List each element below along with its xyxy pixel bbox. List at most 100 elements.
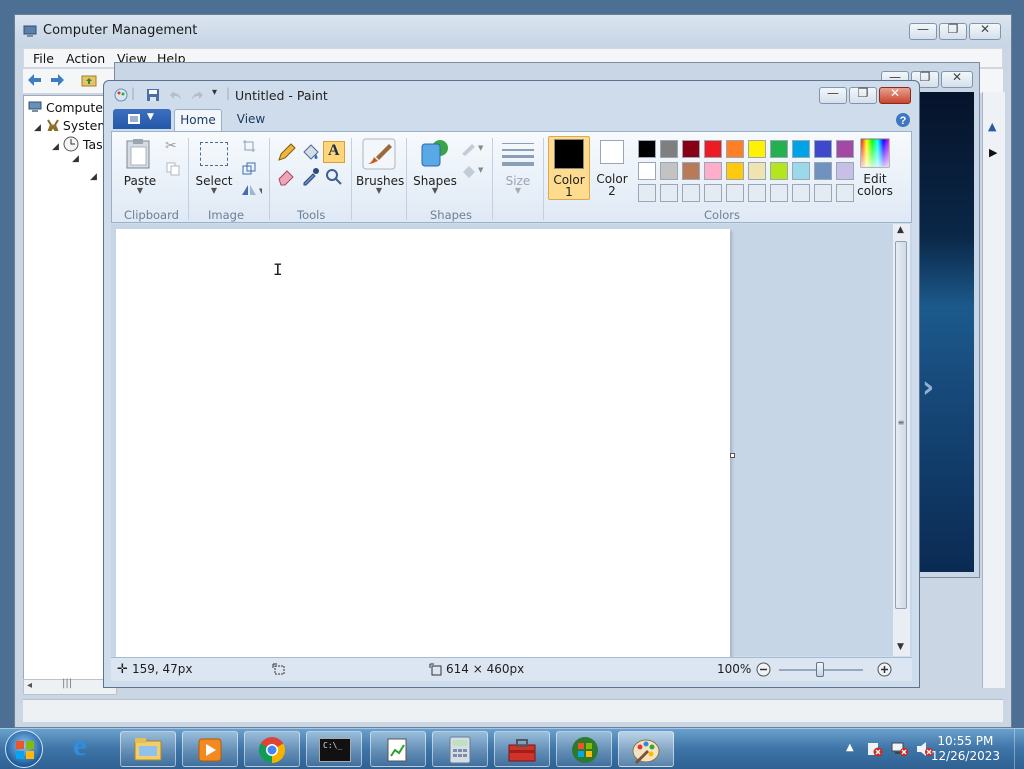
back-arrow-icon[interactable] [27, 72, 43, 88]
cm-close-button[interactable]: ✕ [969, 22, 1001, 40]
taskbar-command-prompt[interactable]: C:\_ [306, 731, 362, 767]
color1-button[interactable]: Color 1 [548, 136, 590, 200]
palette-swatch[interactable] [792, 140, 810, 158]
paint-minimize-button[interactable]: — [819, 86, 847, 104]
color2-button[interactable]: Color 2 [592, 136, 632, 200]
palette-swatch[interactable] [660, 162, 678, 180]
scroll-left-icon[interactable]: ◂ [27, 680, 32, 691]
expand-arrow-icon[interactable]: ◢ [90, 172, 97, 182]
cm-right-scrollbar[interactable]: ▲ ▶ [982, 92, 1005, 688]
outline-icon[interactable]: ▼ [460, 140, 486, 156]
custom-color-slot[interactable] [682, 184, 700, 202]
scroll-down-icon[interactable]: ▼ [897, 642, 904, 652]
scroll-up-icon[interactable]: ▲ [988, 120, 996, 133]
customize-qat-icon[interactable]: ▾ [212, 87, 217, 98]
expand-arrow-icon[interactable]: ◢ [72, 154, 79, 164]
help-icon[interactable]: ? [895, 112, 911, 128]
redo-icon[interactable] [190, 88, 204, 102]
canvas-vertical-scrollbar[interactable]: ▲ ≡ ▼ [893, 224, 910, 656]
taskbar-calculator[interactable] [432, 731, 488, 767]
palette-swatch[interactable] [638, 140, 656, 158]
menu-file[interactable]: File [33, 51, 54, 66]
palette-swatch[interactable] [660, 140, 678, 158]
palette-swatch[interactable] [814, 162, 832, 180]
paint-app-icon[interactable] [114, 88, 128, 102]
taskbar-notepad-tool[interactable] [370, 731, 426, 767]
custom-color-slot[interactable] [704, 184, 722, 202]
edit-colors-button[interactable]: Edit colors [852, 136, 898, 200]
magnifier-icon[interactable] [323, 166, 344, 187]
taskbar-explorer[interactable] [120, 731, 176, 767]
drawing-canvas[interactable] [116, 229, 730, 659]
undo-icon[interactable] [169, 88, 183, 102]
eraser-icon[interactable] [276, 166, 297, 187]
custom-color-slot[interactable] [748, 184, 766, 202]
custom-color-slot[interactable] [726, 184, 744, 202]
paste-button[interactable]: Paste ▼ [120, 136, 160, 200]
palette-swatch[interactable] [682, 140, 700, 158]
palette-swatch[interactable] [726, 162, 744, 180]
tab-home[interactable]: Home [174, 109, 222, 131]
copy-icon[interactable] [166, 162, 180, 176]
taskbar-internet-explorer[interactable]: e [64, 729, 112, 767]
text-tool-button[interactable]: A [323, 141, 345, 163]
palette-swatch[interactable] [704, 162, 722, 180]
palette-swatch[interactable] [748, 162, 766, 180]
show-hidden-icons[interactable]: ▲ [846, 742, 854, 753]
palette-swatch[interactable] [770, 162, 788, 180]
rotate-icon[interactable]: ▼ [240, 183, 262, 197]
cut-icon[interactable]: ✂ [165, 138, 177, 154]
scroll-up-icon[interactable]: ▲ [897, 225, 904, 235]
taskbar-paint[interactable] [618, 731, 674, 767]
brushes-button[interactable]: Brushes ▼ [356, 136, 404, 200]
cm-minimize-button[interactable]: — [909, 22, 937, 40]
cm-title-bar[interactable]: Computer Management — ❐ ✕ [15, 15, 1011, 47]
palette-swatch[interactable] [770, 140, 788, 158]
zoom-in-icon[interactable] [877, 662, 892, 677]
scroll-thumb[interactable]: ≡ [895, 241, 907, 609]
dialog-close-button[interactable]: ✕ [941, 70, 973, 88]
palette-swatch[interactable] [704, 140, 722, 158]
expand-right-icon[interactable]: ▶ [989, 146, 997, 159]
paint-close-button[interactable]: ✕ [879, 86, 911, 104]
resize-icon[interactable] [242, 162, 256, 176]
custom-color-slot[interactable] [660, 184, 678, 202]
paint-menu-button[interactable]: ▼ [113, 109, 171, 129]
tree-task[interactable]: Tas [83, 137, 103, 152]
size-button[interactable]: Size ▼ [498, 136, 538, 200]
expand-arrow-icon[interactable]: ◢ [52, 142, 59, 152]
palette-swatch[interactable] [726, 140, 744, 158]
shapes-button[interactable]: Shapes ▼ [412, 136, 458, 200]
network-icon[interactable] [891, 741, 909, 757]
expand-arrow-icon[interactable]: ◢ [34, 123, 41, 133]
scroll-grip-icon[interactable]: ||| [62, 678, 72, 689]
taskbar-media-player[interactable] [182, 731, 238, 767]
custom-color-slot[interactable] [638, 184, 656, 202]
palette-swatch[interactable] [682, 162, 700, 180]
taskbar-windows-update[interactable] [556, 731, 612, 767]
system-clock[interactable]: 10:55 PM 12/26/2023 [931, 734, 1000, 764]
pencil-icon[interactable] [276, 142, 297, 163]
custom-color-slot[interactable] [814, 184, 832, 202]
select-button[interactable]: Select ▼ [194, 136, 234, 200]
tree-computer[interactable]: Computer [46, 100, 108, 115]
crop-icon[interactable] [242, 139, 256, 153]
show-desktop-button[interactable] [1014, 729, 1024, 769]
palette-swatch[interactable] [814, 140, 832, 158]
custom-color-slot[interactable] [792, 184, 810, 202]
forward-arrow-icon[interactable] [49, 72, 65, 88]
custom-color-slot[interactable] [770, 184, 788, 202]
start-button[interactable] [5, 730, 43, 768]
save-icon[interactable] [146, 88, 160, 102]
tab-view[interactable]: View [228, 109, 274, 131]
fill-icon[interactable] [300, 142, 321, 163]
up-folder-icon[interactable] [81, 72, 97, 88]
paint-maximize-button[interactable]: ❐ [849, 86, 877, 104]
zoom-out-icon[interactable] [756, 662, 771, 677]
menu-action[interactable]: Action [66, 51, 105, 66]
color-picker-icon[interactable] [300, 166, 321, 187]
zoom-slider-thumb[interactable] [816, 662, 824, 677]
taskbar-toolbox[interactable] [494, 731, 550, 767]
cm-maximize-button[interactable]: ❐ [939, 22, 967, 40]
action-center-icon[interactable] [866, 741, 884, 757]
